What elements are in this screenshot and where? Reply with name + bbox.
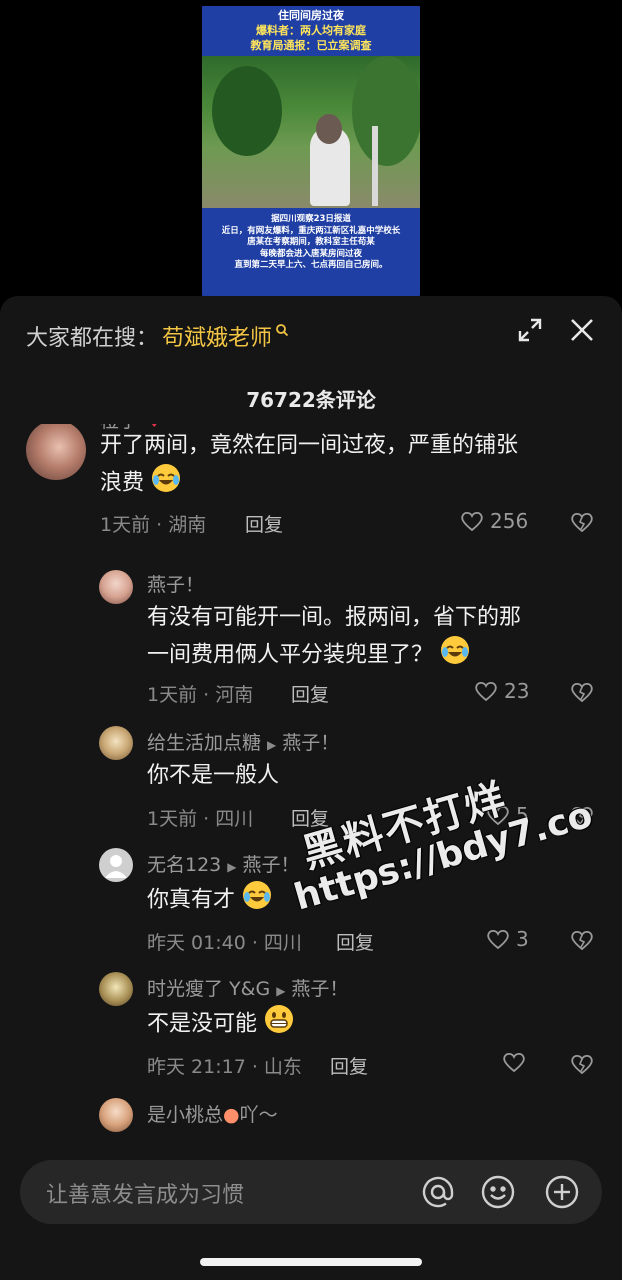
avatar[interactable] (99, 726, 133, 760)
like-button[interactable] (502, 1051, 532, 1073)
thumbnail-headline: 住同间房过夜 爆料者：两人均有家庭 教育局通报：已立案调查 (250, 9, 372, 52)
comment-meta: 1天前 · 河南 (147, 684, 254, 706)
comment-username[interactable]: 燕子！ (147, 570, 204, 597)
comment-text: 有没有可能开一间。报两间，省下的那 一间费用俩人平分装兜里了？ (147, 600, 597, 676)
default-avatar-icon[interactable] (99, 848, 133, 882)
like-button[interactable]: 23 (474, 679, 529, 703)
reply-button[interactable]: 回复 (291, 804, 329, 831)
emoji-icon[interactable] (480, 1174, 516, 1214)
reply-button[interactable]: 回复 (330, 1052, 368, 1079)
comment-text: 开了两间，竟然在同一间过夜，严重的铺张 浪费 (100, 428, 600, 504)
grinning-emoji-icon (264, 1004, 294, 1045)
avatar[interactable] (99, 972, 133, 1006)
reply-button[interactable]: 回复 (336, 928, 374, 955)
broken-heart-icon (571, 930, 593, 951)
heart-icon (487, 929, 509, 950)
add-icon[interactable] (544, 1174, 580, 1214)
laughing-tears-emoji-icon (242, 880, 272, 921)
comment-username[interactable]: 是小桃总●吖～ (147, 1100, 278, 1127)
trending-search[interactable]: 大家都在搜： 苟斌娥老师 (26, 320, 289, 352)
reply-item[interactable]: 给生活加点糖 ▶ 燕子！ 你不是一般人 1天前 · 四川 回复 5 (0, 724, 622, 834)
heart-icon (503, 1052, 525, 1073)
avatar[interactable] (99, 1098, 133, 1132)
laughing-tears-emoji-icon (440, 635, 470, 676)
laughing-tears-emoji-icon (151, 463, 181, 504)
dislike-button[interactable] (570, 1053, 594, 1079)
comment-meta: 昨天 21:17 · 山东 (147, 1056, 302, 1078)
reply-arrow-icon: ▶ (276, 984, 286, 998)
thumbnail-photo (202, 56, 420, 208)
comment-username[interactable]: 给生活加点糖 ▶ 燕子！ (147, 728, 339, 755)
comment-meta: 1天前 · 湖南 (100, 514, 207, 536)
expand-icon[interactable] (516, 316, 544, 344)
thumbnail-caption: 据四川观察23日报道 近日，有网友爆料，重庆两江新区礼嘉中学校长 唐某在考察期间… (221, 214, 401, 270)
like-count: 5 (516, 803, 529, 827)
avatar[interactable] (99, 570, 133, 604)
comment-text: 你真有才 (147, 880, 597, 921)
comment-item[interactable]: 橙子 ♥ 开了两间，竟然在同一间过夜，严重的铺张 浪费 1天前 · 湖南 回复 … (0, 424, 622, 562)
broken-heart-icon (571, 682, 593, 703)
comment-meta: 昨天 01:40 · 四川 (147, 932, 302, 954)
like-button[interactable]: 3 (486, 927, 529, 951)
comment-username[interactable]: 无名123 ▶ 燕子！ (147, 850, 300, 877)
trending-search-prefix: 大家都在搜： (26, 326, 159, 351)
video-thumbnail[interactable]: 住同间房过夜 爆料者：两人均有家庭 教育局通报：已立案调查 据四川观察23日报道… (202, 6, 420, 296)
broken-heart-icon (571, 806, 593, 827)
dislike-button[interactable] (570, 681, 594, 707)
search-icon (275, 318, 289, 343)
dislike-button[interactable] (570, 929, 594, 955)
comment-text: 你不是一般人 (147, 763, 280, 788)
like-button[interactable]: 256 (460, 509, 528, 533)
reply-button[interactable]: 回复 (291, 680, 329, 707)
peach-emoji-icon: ● (223, 1104, 240, 1126)
trending-search-term[interactable]: 苟斌娥老师 (162, 320, 272, 352)
close-icon[interactable] (568, 316, 596, 344)
home-indicator[interactable] (200, 1258, 422, 1266)
like-count: 256 (490, 509, 529, 533)
broken-heart-icon (571, 512, 593, 533)
heart-icon (487, 805, 509, 826)
reply-item[interactable]: 燕子！ 有没有可能开一间。报两间，省下的那 一间费用俩人平分装兜里了？ 1天前 … (0, 564, 622, 714)
reply-button[interactable]: 回复 (245, 510, 283, 537)
video-area[interactable]: 住同间房过夜 爆料者：两人均有家庭 教育局通报：已立案调查 据四川观察23日报道… (0, 0, 622, 300)
comment-count: 76722条评论 (246, 388, 376, 412)
mention-icon[interactable] (420, 1174, 456, 1214)
comment-sheet: 大家都在搜： 苟斌娥老师 76722条评论 橙子 ♥ 开了两间，竟然在同一间过夜… (0, 296, 622, 1280)
broken-heart-icon (571, 1054, 593, 1075)
like-count: 3 (516, 927, 529, 951)
like-button[interactable]: 5 (486, 803, 529, 827)
comment-username[interactable]: 时光瘦了 Y&G ▶ 燕子！ (147, 974, 348, 1001)
reply-item[interactable]: 无名123 ▶ 燕子！ 你真有才 昨天 01:40 · 四川 回复 3 (0, 846, 622, 956)
heart-icon (461, 511, 483, 532)
like-count: 23 (504, 679, 530, 703)
comment-meta: 1天前 · 四川 (147, 808, 254, 830)
reply-item[interactable]: 时光瘦了 Y&G ▶ 燕子！ 不是没可能 昨天 21:17 · 山东 回复 (0, 970, 622, 1080)
comment-text: 不是没可能 (147, 1004, 597, 1045)
dislike-button[interactable] (570, 511, 594, 537)
comment-input-bar[interactable]: 让善意发言成为习惯 (20, 1160, 602, 1224)
dislike-button[interactable] (570, 805, 594, 831)
comment-input[interactable]: 让善意发言成为习惯 (46, 1177, 244, 1209)
reply-arrow-icon: ▶ (227, 860, 237, 874)
comment-list[interactable]: 橙子 ♥ 开了两间，竟然在同一间过夜，严重的铺张 浪费 1天前 · 湖南 回复 … (0, 424, 622, 1142)
heart-icon (475, 681, 497, 702)
reply-item[interactable]: 是小桃总●吖～ (0, 1096, 622, 1142)
reply-arrow-icon: ▶ (267, 738, 277, 752)
avatar[interactable] (26, 424, 86, 480)
